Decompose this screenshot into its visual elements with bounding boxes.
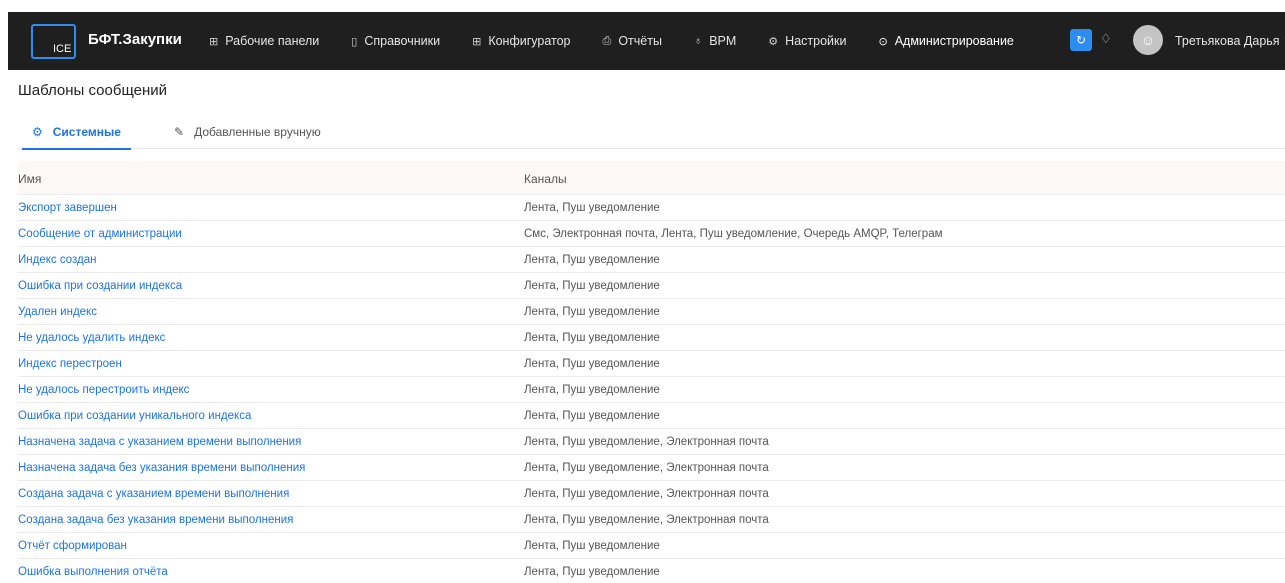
- brand-title: БФТ.Закупки: [88, 31, 182, 48]
- nav-item-label: Конфигуратор: [488, 34, 571, 48]
- table-row[interactable]: Создана задача с указанием времени выпол…: [18, 481, 1285, 507]
- template-name-link[interactable]: Ошибка при создании уникального индекса: [18, 410, 518, 422]
- flowchart-icon: ♁: [693, 35, 703, 47]
- tab-manual[interactable]: ✎ Добавленные вручную: [174, 115, 321, 149]
- column-header-name[interactable]: Имя: [18, 172, 518, 186]
- nav-item-dashboards[interactable]: ⊞ Рабочие панели: [209, 12, 319, 70]
- table-row[interactable]: Не удалось удалить индекс Лента, Пуш увед…: [18, 325, 1285, 351]
- template-name-link[interactable]: Ошибка при создании индекса: [18, 280, 518, 292]
- template-name-link[interactable]: Создана задача без указания времени выпо…: [18, 514, 518, 526]
- template-name-link[interactable]: Создана задача с указанием времени выпол…: [18, 488, 518, 500]
- templates-table: Имя Каналы Экспорт завершен Лента, Пуш ув…: [18, 161, 1285, 583]
- table-row[interactable]: Ошибка при создании индекса Лента, Пуш ув…: [18, 273, 1285, 299]
- table-row[interactable]: Создана задача без указания времени выпо…: [18, 507, 1285, 533]
- table-row[interactable]: Назначена задача с указанием времени вып…: [18, 429, 1285, 455]
- avatar[interactable]: ☺: [1133, 25, 1163, 55]
- user-name: Третьякова Дарья: [1175, 34, 1280, 48]
- nav-item-configurator[interactable]: ⊞ Конфигуратор: [472, 12, 570, 70]
- nav-item-label: Администрирование: [894, 34, 1014, 48]
- template-channels: Смс, Электронная почта, Лента, Пуш уведо…: [524, 227, 943, 240]
- tab-label: Системные: [52, 125, 121, 139]
- grid-icon: ⊞: [472, 35, 482, 48]
- template-name-link[interactable]: Удален индекс: [18, 306, 518, 318]
- template-name-link[interactable]: Сообщение от администрации: [18, 228, 518, 240]
- template-name-link[interactable]: Экспорт завершен: [18, 202, 518, 214]
- table-header: Имя Каналы: [18, 161, 1285, 195]
- user-icon: ☺: [1140, 32, 1156, 48]
- shield-check-icon: ⊙: [878, 35, 888, 48]
- book-icon: ▯: [351, 35, 358, 48]
- template-name-link[interactable]: Назначена задача с указанием времени вып…: [18, 436, 518, 448]
- bell-icon[interactable]: ♢: [1100, 31, 1112, 47]
- nav-item-label: BPM: [709, 34, 737, 48]
- nav-item-administration[interactable]: ⊙ Администрирование: [878, 12, 1013, 70]
- table-row[interactable]: Сообщение от администрации Смс, Электронн…: [18, 221, 1285, 247]
- tab-label: Добавленные вручную: [194, 125, 321, 139]
- template-channels: Лента, Пуш уведомление, Электронная почт…: [524, 435, 769, 448]
- nav-item-label: Справочники: [364, 34, 441, 48]
- template-name-link[interactable]: Индекс перестроен: [18, 358, 518, 370]
- table-row[interactable]: Ошибка выполнения отчёта Лента, Пуш уведо…: [18, 559, 1285, 583]
- template-channels: Лента, Пуш уведомление: [524, 279, 660, 292]
- template-channels: Лента, Пуш уведомление: [524, 565, 660, 578]
- template-name-link[interactable]: Не удалось удалить индекс: [18, 332, 518, 344]
- table-row[interactable]: Ошибка при создании уникального индекса Л…: [18, 403, 1285, 429]
- template-channels: Лента, Пуш уведомление: [524, 305, 660, 318]
- app-logo[interactable]: ICE: [31, 24, 76, 59]
- template-channels: Лента, Пуш уведомление: [524, 331, 660, 344]
- template-channels: Лента, Пуш уведомление: [524, 253, 660, 266]
- template-channels: Лента, Пуш уведомление: [524, 201, 660, 214]
- template-name-link[interactable]: Индекс создан: [18, 254, 518, 266]
- sync-button[interactable]: ↻: [1070, 29, 1092, 51]
- refresh-icon: ↻: [1075, 33, 1087, 47]
- grid-icon: ⊞: [209, 35, 219, 48]
- pencil-icon: ✎: [174, 125, 185, 139]
- gear-icon: ⚙: [768, 35, 779, 48]
- nav-item-bpm[interactable]: ♁ BPM: [694, 12, 736, 70]
- table-row[interactable]: Отчёт сформирован Лента, Пуш уведомление: [18, 533, 1285, 559]
- tab-bar: ⚙ Системные ✎ Добавленные вручную: [18, 115, 1285, 150]
- template-channels: Лента, Пуш уведомление, Электронная почт…: [524, 513, 769, 526]
- user-menu[interactable]: Третьякова Дарья ∨: [1175, 33, 1285, 48]
- column-header-channels[interactable]: Каналы: [524, 172, 567, 186]
- main-nav: ⊞ Рабочие панели ▯ Справочники ⊞ Конфигу…: [209, 12, 1046, 70]
- nav-item-label: Рабочие панели: [225, 34, 320, 48]
- app-window: ICE БФТ.Закупки ⊞ Рабочие панели ▯ Справ…: [8, 12, 1285, 583]
- table-body: Экспорт завершен Лента, Пуш уведомление Со…: [18, 195, 1285, 583]
- tab-system[interactable]: ⚙ Системные: [22, 115, 131, 150]
- template-channels: Лента, Пуш уведомление: [524, 409, 660, 422]
- logo-text: ICE: [53, 43, 72, 55]
- template-name-link[interactable]: Ошибка выполнения отчёта: [18, 566, 518, 578]
- template-channels: Лента, Пуш уведомление: [524, 383, 660, 396]
- template-name-link[interactable]: Отчёт сформирован: [18, 540, 518, 552]
- template-channels: Лента, Пуш уведомление, Электронная почт…: [524, 487, 769, 500]
- template-channels: Лента, Пуш уведомление: [524, 357, 660, 370]
- active-tab-indicator: [22, 148, 131, 150]
- template-name-link[interactable]: Не удалось перестроить индекс: [18, 384, 518, 396]
- gear-icon: ⚙: [32, 125, 43, 139]
- nav-item-settings[interactable]: ⚙ Настройки: [768, 12, 846, 70]
- table-row[interactable]: Удален индекс Лента, Пуш уведомление: [18, 299, 1285, 325]
- top-navigation-bar: ICE БФТ.Закупки ⊞ Рабочие панели ▯ Справ…: [8, 12, 1285, 70]
- table-row[interactable]: Экспорт завершен Лента, Пуш уведомление: [18, 195, 1285, 221]
- nav-item-references[interactable]: ▯ Справочники: [351, 12, 440, 70]
- page-title: Шаблоны сообщений: [18, 82, 168, 99]
- printer-icon: ⎙: [602, 34, 612, 47]
- table-row[interactable]: Индекс перестроен Лента, Пуш уведомление: [18, 351, 1285, 377]
- template-channels: Лента, Пуш уведомление, Электронная почт…: [524, 461, 769, 474]
- nav-item-label: Отчёты: [618, 34, 662, 48]
- nav-item-label: Настройки: [785, 34, 847, 48]
- nav-item-reports[interactable]: ⎙ Отчёты: [603, 12, 662, 70]
- template-name-link[interactable]: Назначена задача без указания времени вы…: [18, 462, 518, 474]
- template-channels: Лента, Пуш уведомление: [524, 539, 660, 552]
- table-row[interactable]: Назначена задача без указания времени вы…: [18, 455, 1285, 481]
- table-row[interactable]: Индекс создан Лента, Пуш уведомление: [18, 247, 1285, 273]
- table-row[interactable]: Не удалось перестроить индекс Лента, Пуш …: [18, 377, 1285, 403]
